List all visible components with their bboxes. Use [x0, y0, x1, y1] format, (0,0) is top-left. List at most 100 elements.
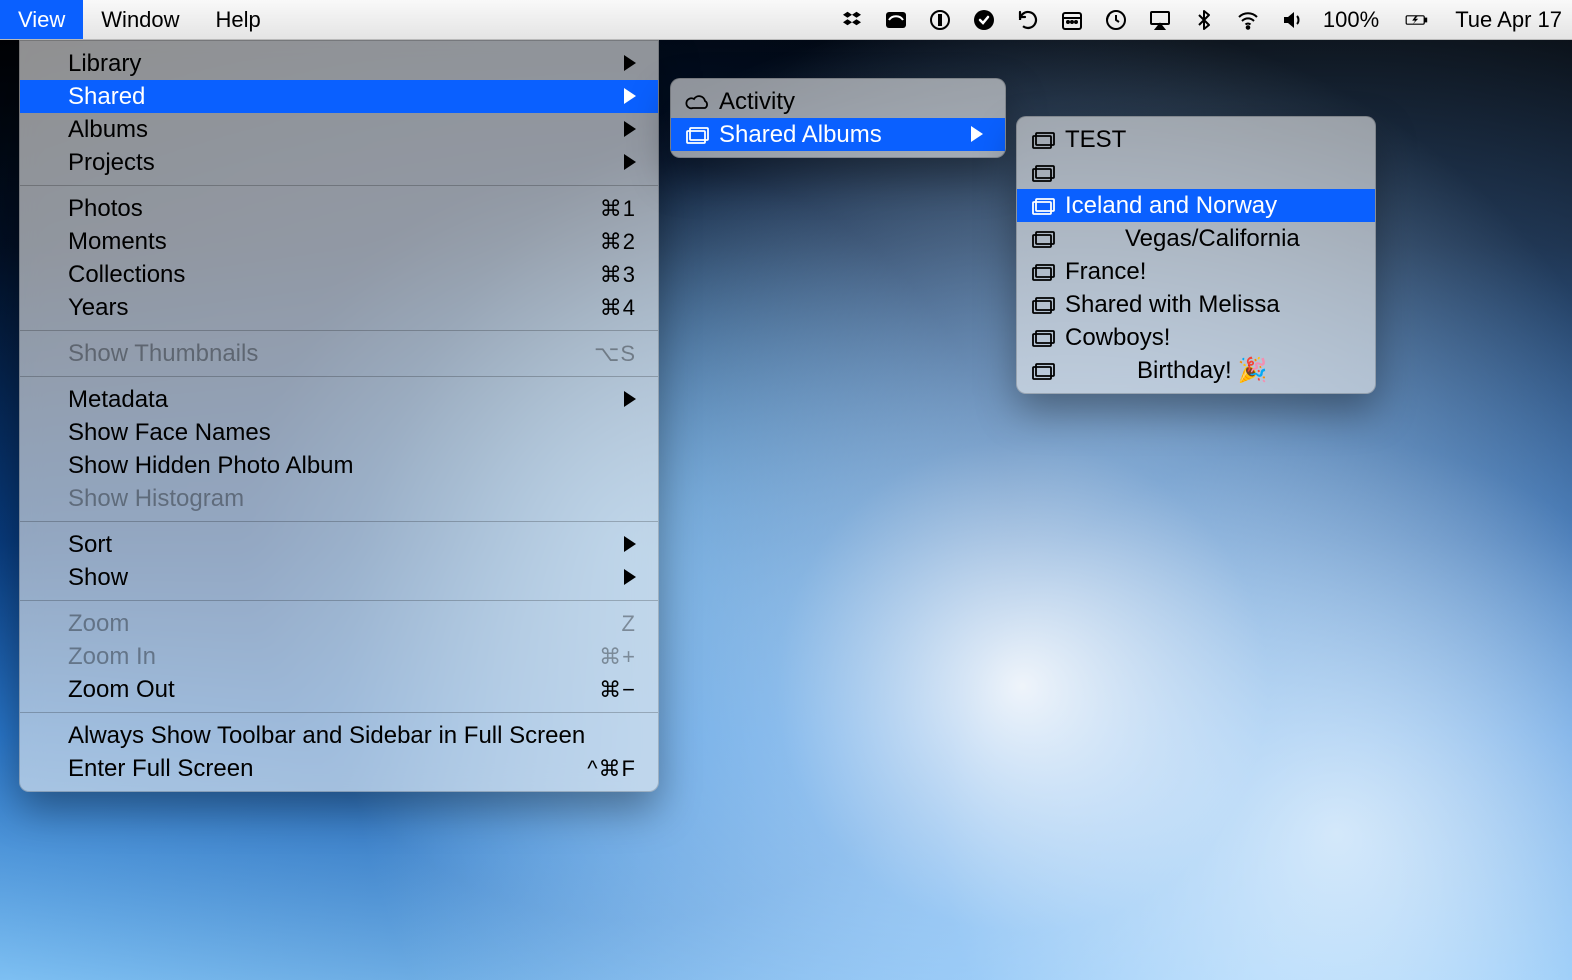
menu-projects[interactable]: Projects — [20, 146, 658, 179]
shortcut: ⌥S — [544, 341, 636, 367]
airplay-icon[interactable] — [1147, 7, 1173, 33]
menubar-clock[interactable]: Tue Apr 17 — [1455, 7, 1562, 33]
menu-photos[interactable]: Photos ⌘1 — [20, 192, 658, 225]
chevron-right-icon — [574, 83, 636, 111]
menu-moments[interactable]: Moments ⌘2 — [20, 225, 658, 258]
volume-icon[interactable] — [1279, 7, 1305, 33]
album-item-birthday[interactable]: Birthday! 🎉 — [1017, 354, 1375, 387]
menu-label: Enter Full Screen — [68, 755, 253, 783]
albums-icon — [685, 125, 711, 145]
menu-zoom: Zoom Z — [20, 607, 658, 640]
battery-percent[interactable]: 100% — [1323, 7, 1379, 33]
menu-show-histogram: Show Histogram — [20, 482, 658, 515]
menubar-left: View Window Help — [0, 0, 279, 39]
menu-label: France! — [1065, 258, 1146, 286]
menubar-window[interactable]: Window — [83, 0, 197, 39]
menu-zoom-out[interactable]: Zoom Out ⌘− — [20, 673, 658, 706]
check-circle-icon[interactable] — [971, 7, 997, 33]
onepassword-icon[interactable] — [927, 7, 953, 33]
cloud-icon — [685, 92, 711, 112]
chevron-right-icon — [574, 564, 636, 592]
menu-separator — [20, 712, 658, 713]
chevron-right-icon — [574, 149, 636, 177]
menu-label: Sort — [68, 531, 112, 559]
menu-shared[interactable]: Shared — [20, 80, 658, 113]
calendar-icon[interactable] — [1059, 7, 1085, 33]
menu-label: Years — [68, 294, 129, 322]
submenu-shared-albums[interactable]: Shared Albums — [671, 118, 1005, 151]
menu-enter-full-screen[interactable]: Enter Full Screen ^⌘F — [20, 752, 658, 785]
shortcut: ⌘2 — [550, 229, 636, 255]
album-icon — [1031, 229, 1057, 249]
menu-always-show-toolbar[interactable]: Always Show Toolbar and Sidebar in Full … — [20, 719, 658, 752]
menu-label: Zoom Out — [68, 676, 175, 704]
party-popper-icon: 🎉 — [1238, 356, 1268, 385]
menu-label: Shared Albums — [719, 121, 882, 149]
menubar-help[interactable]: Help — [198, 0, 279, 39]
album-item-shared-melissa[interactable]: Shared with Melissa — [1017, 288, 1375, 321]
timemachine-icon[interactable] — [1103, 7, 1129, 33]
chevron-right-icon — [574, 116, 636, 144]
album-icon — [1031, 361, 1057, 381]
menubar: View Window Help — [0, 0, 1572, 40]
menu-label: Cowboys! — [1065, 324, 1170, 352]
menu-label: Always Show Toolbar and Sidebar in Full … — [68, 722, 585, 750]
album-icon — [1031, 295, 1057, 315]
shortcut: ⌘− — [549, 677, 636, 703]
menu-years[interactable]: Years ⌘4 — [20, 291, 658, 324]
album-item-france[interactable]: France! — [1017, 255, 1375, 288]
wifi-icon[interactable] — [1235, 7, 1261, 33]
menu-sort[interactable]: Sort — [20, 528, 658, 561]
album-item-cowboys[interactable]: Cowboys! — [1017, 321, 1375, 354]
menu-label: Activity — [719, 88, 795, 116]
chevron-right-icon — [574, 386, 636, 414]
album-item-iceland-norway[interactable]: Iceland and Norway — [1017, 189, 1375, 222]
menu-separator — [20, 376, 658, 377]
menu-label: Show — [68, 564, 128, 592]
album-item-vegas-california[interactable]: Vegas/California — [1017, 222, 1375, 255]
shared-albums-submenu: TEST Iceland and Norway Vegas/California… — [1016, 116, 1376, 394]
menu-label: TEST — [1065, 126, 1126, 154]
menu-label: Show Hidden Photo Album — [68, 452, 354, 480]
menubar-view[interactable]: View — [0, 0, 83, 39]
shortcut: Z — [572, 611, 636, 637]
menu-separator — [20, 330, 658, 331]
menu-label: Projects — [68, 149, 155, 177]
menu-label: Metadata — [68, 386, 168, 414]
menu-show-hidden-album[interactable]: Show Hidden Photo Album — [20, 449, 658, 482]
menu-show[interactable]: Show — [20, 561, 658, 594]
menu-metadata[interactable]: Metadata — [20, 383, 658, 416]
shortcut: ⌘4 — [550, 295, 636, 321]
menu-label: Show Histogram — [68, 485, 244, 513]
bluetooth-icon[interactable] — [1191, 7, 1217, 33]
menu-label: Show Face Names — [68, 419, 271, 447]
submenu-activity[interactable]: Activity — [671, 85, 1005, 118]
menubar-status-area: 100% Tue Apr 17 — [839, 0, 1572, 39]
menu-label: Zoom In — [68, 643, 156, 671]
menu-albums[interactable]: Albums — [20, 113, 658, 146]
menu-label: Zoom — [68, 610, 129, 638]
cleanup-icon[interactable] — [883, 7, 909, 33]
refresh-icon[interactable] — [1015, 7, 1041, 33]
album-item-test[interactable]: TEST — [1017, 123, 1375, 156]
menu-collections[interactable]: Collections ⌘3 — [20, 258, 658, 291]
menu-separator — [20, 600, 658, 601]
chevron-right-icon — [921, 121, 983, 149]
menu-library[interactable]: Library — [20, 47, 658, 80]
view-menu: Library Shared Albums Projects Photos ⌘1… — [19, 40, 659, 792]
album-icon — [1031, 328, 1057, 348]
shortcut: ^⌘F — [537, 756, 636, 782]
menu-separator — [20, 185, 658, 186]
menu-label: Show Thumbnails — [68, 340, 258, 368]
album-item-blank[interactable] — [1017, 156, 1375, 189]
menu-show-face-names[interactable]: Show Face Names — [20, 416, 658, 449]
album-icon — [1031, 262, 1057, 282]
menu-label: Shared — [68, 83, 145, 111]
menu-label: Collections — [68, 261, 185, 289]
menu-show-thumbnails: Show Thumbnails ⌥S — [20, 337, 658, 370]
menu-separator — [20, 521, 658, 522]
dropbox-icon[interactable] — [839, 7, 865, 33]
menu-label: Vegas/California — [1065, 225, 1300, 253]
battery-icon[interactable] — [1397, 7, 1437, 33]
shortcut: ⌘3 — [550, 262, 636, 288]
